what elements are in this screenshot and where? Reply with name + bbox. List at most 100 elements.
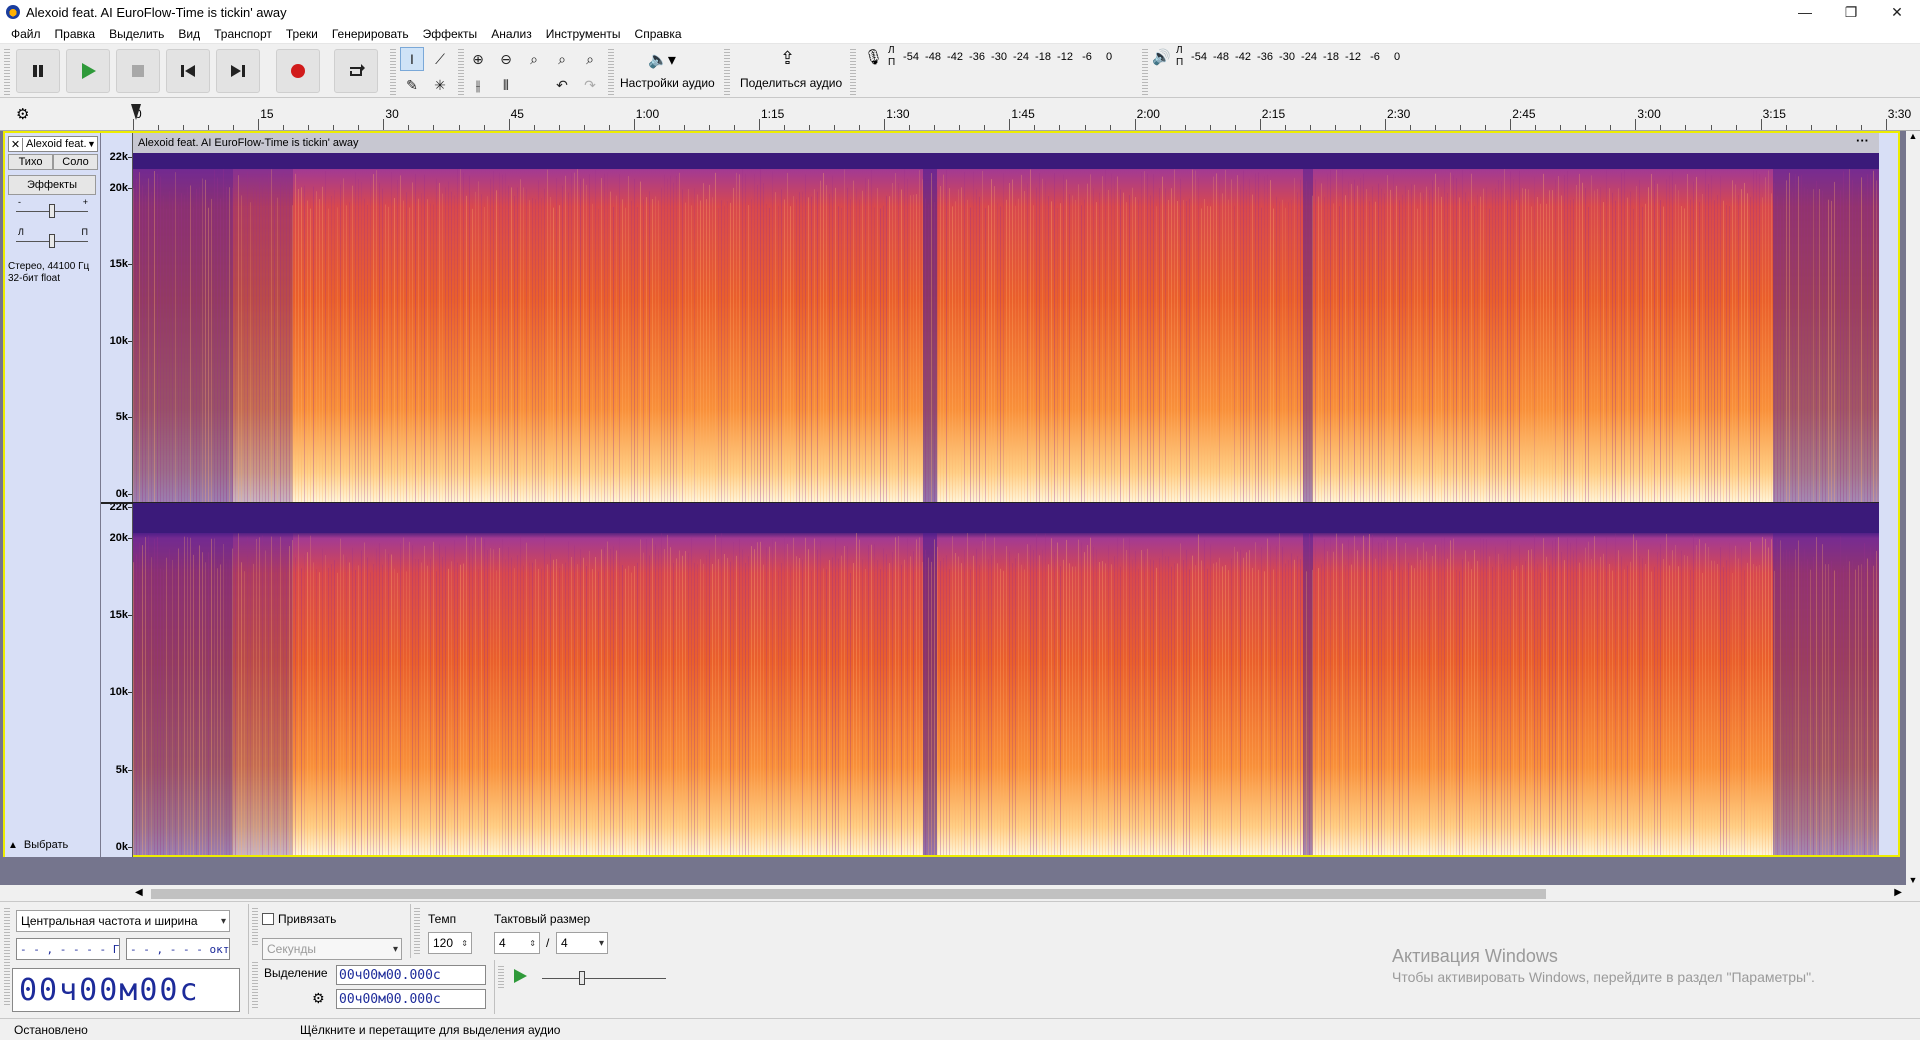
scroll-left-icon[interactable]: ◀ xyxy=(135,887,143,898)
menu-effects[interactable]: Эффекты xyxy=(423,27,478,41)
playback-meter[interactable]: -54 -48 -42 -36 -30 -24 -18 -12 -6 0 xyxy=(1188,47,1408,67)
checkbox-box[interactable] xyxy=(262,913,274,925)
undo-button[interactable]: ↶ xyxy=(550,73,574,97)
record-button[interactable] xyxy=(276,49,320,93)
time-signature-numerator[interactable]: 4 ⇕ xyxy=(494,932,540,954)
selection-start-field[interactable]: 00ч00м00.000с xyxy=(336,965,486,985)
menu-file[interactable]: Файл xyxy=(11,27,41,41)
gain-slider[interactable]: - + xyxy=(8,197,96,221)
snap-checkbox[interactable]: Привязать xyxy=(262,912,336,926)
loop-button[interactable] xyxy=(334,49,378,93)
skip-to-end-button[interactable] xyxy=(216,49,260,93)
stop-button[interactable] xyxy=(116,49,160,93)
toolbar-grip[interactable] xyxy=(608,47,614,95)
select-track-button[interactable]: ▲ Выбрать xyxy=(8,837,96,853)
collapse-track-icon[interactable]: ▲ xyxy=(8,840,18,851)
pan-thumb[interactable] xyxy=(49,234,55,248)
selection-end-field[interactable]: 00ч00м00.000с xyxy=(336,989,486,1009)
bandwidth-field[interactable]: - - , - - - октав xyxy=(126,938,230,960)
time-display[interactable]: 00ч00м00с xyxy=(12,968,240,1012)
scroll-up-icon[interactable]: ▲ xyxy=(1906,131,1920,141)
microphone-icon[interactable]: 🎙 xyxy=(864,48,883,66)
share-audio-button[interactable]: ⇪ Поделиться аудио xyxy=(734,44,844,98)
zoom-out-button[interactable]: ⊖ xyxy=(494,47,518,71)
scroll-right-icon[interactable]: ▶ xyxy=(1894,887,1902,898)
close-track-icon[interactable]: ✕ xyxy=(9,137,23,151)
playback-speed-slider[interactable] xyxy=(534,968,674,988)
record-meter[interactable]: -54 -48 -42 -36 -30 -24 -18 -12 -6 0 xyxy=(900,47,1120,67)
gain-thumb[interactable] xyxy=(49,204,55,218)
toolbar-grip[interactable] xyxy=(414,906,420,956)
fit-selection-button[interactable]: ⌕ xyxy=(522,47,546,71)
toolbar-grip[interactable] xyxy=(498,964,504,990)
toolbar-grip[interactable] xyxy=(458,47,464,95)
pan-slider[interactable]: Л П xyxy=(8,227,96,251)
zoom-toggle-button[interactable]: ⌕ xyxy=(578,47,602,71)
toolbar-grip[interactable] xyxy=(850,47,856,95)
zoom-in-button[interactable]: ⊕ xyxy=(466,47,490,71)
track-name-menu[interactable]: ✕ Alexoid feat. ▼ xyxy=(8,136,98,152)
draw-tool-button[interactable]: ✎ xyxy=(400,73,424,97)
clip-menu-dots-icon[interactable]: ··· xyxy=(1856,133,1869,148)
audio-settings-button[interactable]: 🔈▾ Настройки аудио xyxy=(618,44,718,98)
center-frequency-field[interactable]: - - , - - - - Гц xyxy=(16,938,120,960)
multi-tool-button[interactable]: ✳ xyxy=(428,73,452,97)
timeline-ruler[interactable]: ⚙ 0 15 30 45 1:00 1:15 1:30 1:45 2:00 2:15 2:30 2:4… xyxy=(0,99,1920,131)
menu-edit[interactable]: Правка xyxy=(55,27,96,41)
vertical-scrollbar[interactable]: ▲ ▼ xyxy=(1906,131,1920,885)
spectrogram-channel-right[interactable] xyxy=(133,503,1879,855)
spectral-selection-mode-select[interactable]: Центральная частота и ширина ▾ xyxy=(16,910,230,932)
playhead-marker[interactable] xyxy=(131,104,141,120)
toolbar-grip[interactable] xyxy=(4,906,10,1006)
close-button[interactable]: ✕ xyxy=(1874,0,1920,24)
skip-to-start-button[interactable] xyxy=(166,49,210,93)
clip-title-bar[interactable]: Alexoid feat. AI EuroFlow-Time is tickin… xyxy=(133,133,1879,153)
solo-button[interactable]: Соло xyxy=(53,154,98,170)
menu-tools[interactable]: Инструменты xyxy=(546,27,621,41)
pause-button[interactable] xyxy=(16,49,60,93)
horizontal-scroll-thumb[interactable] xyxy=(151,889,1546,899)
menu-help[interactable]: Справка xyxy=(635,27,682,41)
envelope-tool-button[interactable]: ⟋ xyxy=(428,47,452,71)
spectrogram-streak xyxy=(256,538,257,855)
redo-button[interactable]: ↷ xyxy=(578,73,602,97)
mute-button[interactable]: Тихо xyxy=(8,154,53,170)
tempo-input[interactable]: 120 ⇕ xyxy=(428,932,472,954)
menu-tracks[interactable]: Треки xyxy=(286,27,318,41)
time-signature-denominator[interactable]: 4 ▾ xyxy=(556,932,608,954)
spectrogram-streak xyxy=(436,571,437,855)
effects-button[interactable]: Эффекты xyxy=(8,175,96,195)
timeline-options-gear-icon[interactable]: ⚙ xyxy=(16,105,29,123)
silence-button[interactable]: ⫴ xyxy=(494,73,518,97)
menu-generate[interactable]: Генерировать xyxy=(332,27,409,41)
toolbar-grip[interactable] xyxy=(4,47,10,95)
toolbar-grip[interactable] xyxy=(252,960,258,1010)
menu-analyze[interactable]: Анализ xyxy=(491,27,532,41)
snap-unit-select[interactable]: Секунды ▾ xyxy=(262,938,402,960)
scroll-down-icon[interactable]: ▼ xyxy=(1906,875,1920,885)
toolbar-grip[interactable] xyxy=(390,47,396,95)
horizontal-scrollbar[interactable]: ◀ ▶ xyxy=(131,887,1906,901)
spectrogram-channel-left[interactable] xyxy=(133,133,1879,502)
toolbar-grip[interactable] xyxy=(252,906,258,946)
menu-select[interactable]: Выделить xyxy=(109,27,164,41)
spectrogram-streak xyxy=(1228,570,1229,855)
speed-thumb[interactable] xyxy=(579,971,585,985)
minimize-button[interactable]: — xyxy=(1782,0,1828,24)
spectrogram-streak xyxy=(139,172,140,502)
selection-options-gear-icon[interactable]: ⚙ xyxy=(312,990,325,1007)
spectrogram-streak xyxy=(736,172,737,502)
toolbar-grip[interactable] xyxy=(1142,47,1148,95)
menu-transport[interactable]: Транспорт xyxy=(214,27,272,41)
spectrogram-streak xyxy=(856,188,857,502)
play-at-speed-button[interactable] xyxy=(508,964,532,988)
fit-project-button[interactable]: ⌕ xyxy=(550,47,574,71)
menu-view[interactable]: Вид xyxy=(178,27,200,41)
play-button[interactable] xyxy=(66,49,110,93)
toolbar-grip[interactable] xyxy=(724,47,730,95)
selection-tool-button[interactable]: I xyxy=(400,47,424,71)
playback-speaker-icon[interactable]: 🔊 xyxy=(1152,48,1171,66)
maximize-button[interactable]: ❐ xyxy=(1828,0,1874,24)
frequency-scale[interactable]: 22k 20k 15k 10k 5k 0k 22k 20k 15k 10k 5k 0k xyxy=(101,133,133,857)
trim-button[interactable]: ⫲ xyxy=(466,73,490,97)
